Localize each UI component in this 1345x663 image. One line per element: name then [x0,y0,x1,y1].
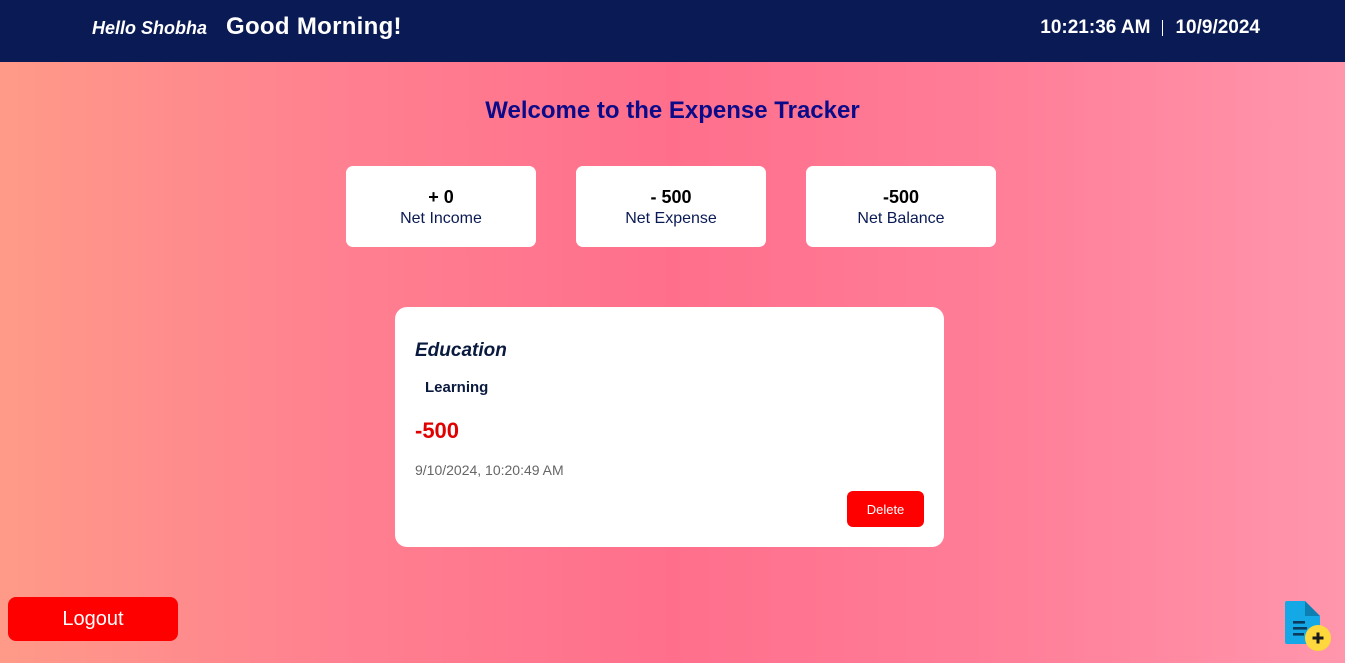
current-date: 10/9/2024 [1175,17,1260,38]
net-expense-value: - 500 [650,187,692,207]
clock-divider [1162,20,1164,36]
net-expense-card: - 500 Net Expense [576,166,766,247]
net-balance-value: -500 [882,187,920,207]
delete-button[interactable]: Delete [847,491,924,527]
expense-amount: -500 [415,418,460,443]
expense-description: Learning [425,379,489,396]
expense-category: Education [415,340,507,361]
logout-button[interactable]: Logout [8,597,178,641]
add-expense-button[interactable] [1283,598,1333,653]
current-time: 10:21:36 AM [1040,17,1151,38]
top-header: Hello Shobha Good Morning! 10:21:36 AM 1… [0,0,1345,62]
net-income-card: + 0 Net Income [346,166,536,247]
net-income-value: + 0 [428,187,454,207]
add-document-icon [1285,601,1331,651]
user-greeting: Hello Shobha [92,18,208,38]
expense-item-card: Education Learning -500 9/10/2024, 10:20… [395,307,944,547]
clock: 10:21:36 AM 10/9/2024 [1040,17,1260,39]
time-of-day-greeting: Good Morning! [226,13,402,40]
net-income-label: Net Income [400,210,482,227]
page-title: Welcome to the Expense Tracker [485,97,860,124]
expense-datetime: 9/10/2024, 10:20:49 AM [415,462,564,478]
net-expense-label: Net Expense [625,210,717,227]
net-balance-label: Net Balance [857,210,945,227]
net-balance-card: -500 Net Balance [806,166,996,247]
